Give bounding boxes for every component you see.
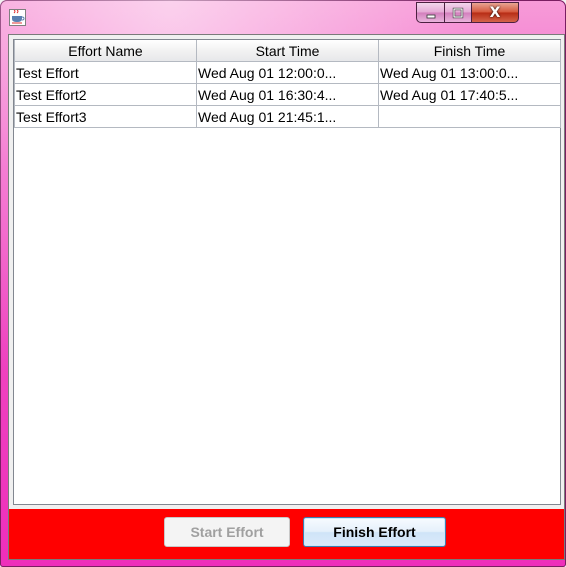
cell-finish-time[interactable]: Wed Aug 01 17:40:5... [378, 83, 561, 106]
close-button[interactable]: X [471, 2, 519, 23]
maximize-icon [452, 7, 464, 18]
cell-start-time[interactable]: Wed Aug 01 21:45:1... [196, 105, 379, 128]
column-header-effort-name[interactable]: Effort Name [14, 40, 197, 62]
start-effort-button[interactable]: Start Effort [164, 517, 290, 547]
cell-finish-time[interactable] [378, 105, 561, 128]
cell-effort-name[interactable]: Test Effort2 [14, 83, 197, 106]
efforts-table-scrollpane[interactable]: Effort Name Start Time Finish Time Test … [13, 39, 561, 505]
table-header-row: Effort Name Start Time Finish Time [14, 40, 561, 62]
java-cup-icon[interactable] [9, 9, 26, 26]
finish-effort-button[interactable]: Finish Effort [303, 517, 446, 547]
cell-start-time[interactable]: Wed Aug 01 12:00:0... [196, 61, 379, 84]
column-header-finish-time[interactable]: Finish Time [378, 40, 561, 62]
close-icon: X [489, 4, 501, 21]
efforts-table: Effort Name Start Time Finish Time Test … [14, 40, 561, 128]
caption-buttons: X [416, 2, 519, 24]
cell-start-time[interactable]: Wed Aug 01 16:30:4... [196, 83, 379, 106]
table-row[interactable]: Test Effort Wed Aug 01 12:00:0... Wed Au… [14, 61, 561, 84]
table-row[interactable]: Test Effort2 Wed Aug 01 16:30:4... Wed A… [14, 83, 561, 106]
maximize-button[interactable] [444, 2, 471, 23]
table-row[interactable]: Test Effort3 Wed Aug 01 21:45:1... [14, 105, 561, 128]
cell-effort-name[interactable]: Test Effort [14, 61, 197, 84]
button-panel: Start Effort Finish Effort [9, 509, 564, 559]
title-bar[interactable]: X [0, 0, 566, 33]
column-header-start-time[interactable]: Start Time [196, 40, 379, 62]
cell-finish-time[interactable]: Wed Aug 01 13:00:0... [378, 61, 561, 84]
app-window: X Effort Name Start Time Finish Time Tes… [0, 0, 566, 567]
minimize-icon [426, 14, 435, 18]
client-area: Effort Name Start Time Finish Time Test … [8, 34, 565, 560]
cell-effort-name[interactable]: Test Effort3 [14, 105, 197, 128]
minimize-button[interactable] [416, 2, 444, 23]
